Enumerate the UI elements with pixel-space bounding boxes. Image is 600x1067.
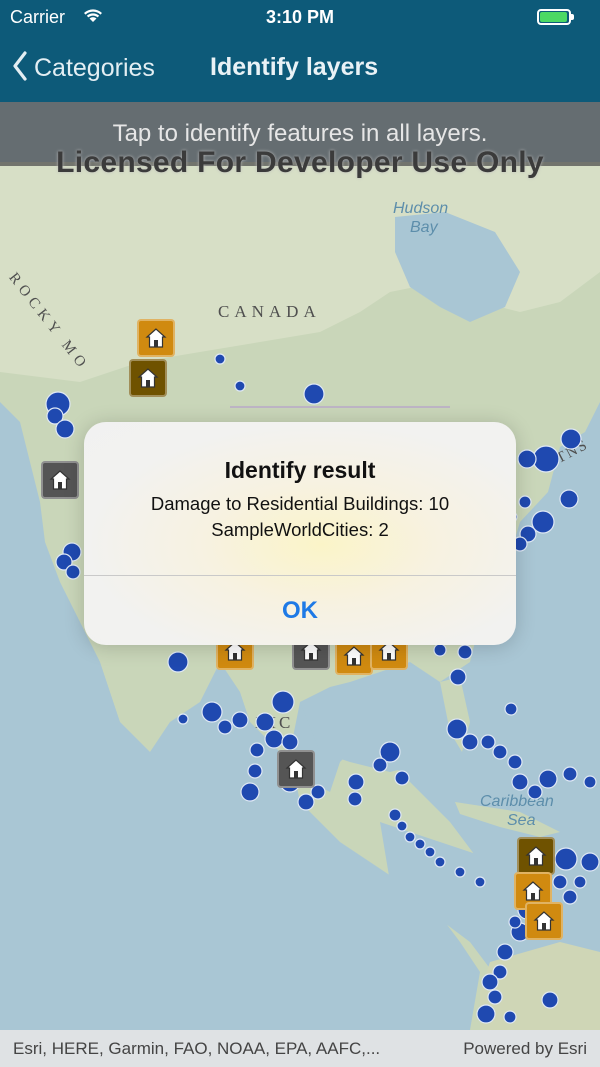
city-point[interactable]	[303, 383, 325, 405]
city-point[interactable]	[507, 754, 523, 770]
damage-house-icon[interactable]	[525, 902, 563, 940]
city-point[interactable]	[481, 973, 499, 991]
city-point[interactable]	[480, 734, 496, 750]
city-point[interactable]	[240, 782, 260, 802]
city-point[interactable]	[457, 644, 473, 660]
city-point[interactable]	[541, 991, 559, 1009]
damage-house-icon[interactable]	[137, 319, 175, 357]
alert-message-line: Damage to Residential Buildings: 10	[150, 493, 450, 514]
city-point[interactable]	[347, 791, 363, 807]
city-point[interactable]	[424, 846, 436, 858]
damage-house-icon[interactable]	[41, 461, 79, 499]
city-point[interactable]	[511, 773, 529, 791]
city-point[interactable]	[264, 729, 284, 749]
battery-icon	[537, 9, 574, 25]
city-point[interactable]	[573, 875, 587, 889]
city-point[interactable]	[562, 766, 578, 782]
city-point[interactable]	[449, 668, 467, 686]
city-point[interactable]	[414, 838, 426, 850]
city-point[interactable]	[372, 757, 388, 773]
attribution-bar[interactable]: Esri, HERE, Garmin, FAO, NOAA, EPA, AAFC…	[0, 1030, 600, 1067]
city-point[interactable]	[580, 852, 600, 872]
city-point[interactable]	[527, 784, 543, 800]
damage-house-icon[interactable]	[129, 359, 167, 397]
city-point[interactable]	[461, 733, 479, 751]
city-point[interactable]	[487, 989, 503, 1005]
chevron-left-icon	[12, 50, 28, 86]
city-point[interactable]	[347, 773, 365, 791]
ok-button[interactable]: OK	[84, 576, 516, 645]
city-point[interactable]	[496, 943, 514, 961]
city-point[interactable]	[476, 1004, 496, 1024]
damage-house-icon[interactable]	[277, 750, 315, 788]
city-point[interactable]	[388, 808, 402, 822]
city-point[interactable]	[167, 651, 189, 673]
city-point[interactable]	[214, 353, 226, 365]
status-bar: Carrier 3:10 PM	[0, 0, 600, 34]
city-point[interactable]	[281, 733, 299, 751]
city-point[interactable]	[234, 380, 246, 392]
page-title: Identify layers	[210, 53, 379, 81]
city-point[interactable]	[517, 449, 537, 469]
instruction-text: Tap to identify features in all layers.	[112, 120, 488, 147]
city-point[interactable]	[554, 847, 578, 871]
alert-title: Identify result	[224, 457, 376, 483]
city-point[interactable]	[532, 445, 560, 473]
city-point[interactable]	[559, 489, 579, 509]
city-point[interactable]	[55, 419, 75, 439]
attribution-text[interactable]: Esri, HERE, Garmin, FAO, NOAA, EPA, AAFC…	[13, 1039, 380, 1059]
city-point[interactable]	[247, 763, 263, 779]
city-point[interactable]	[231, 711, 249, 729]
city-point[interactable]	[552, 874, 568, 890]
alert-message-line: SampleWorldCities: 2	[211, 519, 389, 540]
city-point[interactable]	[492, 744, 508, 760]
navigation-bar: Categories Identify layers	[0, 34, 600, 102]
city-point[interactable]	[255, 712, 275, 732]
city-point[interactable]	[404, 831, 416, 843]
city-point[interactable]	[201, 701, 223, 723]
back-button-label: Categories	[34, 53, 155, 82]
city-point[interactable]	[433, 643, 447, 657]
city-point[interactable]	[65, 564, 81, 580]
city-point[interactable]	[249, 742, 265, 758]
powered-by-text: Powered by Esri	[463, 1039, 587, 1058]
city-point[interactable]	[177, 713, 189, 725]
city-point[interactable]	[271, 690, 295, 714]
city-point[interactable]	[217, 719, 233, 735]
city-point[interactable]	[297, 793, 315, 811]
city-point[interactable]	[394, 770, 410, 786]
back-button[interactable]: Categories	[12, 50, 155, 86]
city-point[interactable]	[538, 769, 558, 789]
city-point[interactable]	[474, 876, 486, 888]
city-point[interactable]	[518, 495, 532, 509]
license-watermark: Licensed For Developer Use Only	[56, 146, 544, 179]
city-point[interactable]	[504, 702, 518, 716]
city-point[interactable]	[560, 428, 582, 450]
damage-house-icon[interactable]	[517, 837, 555, 875]
city-point[interactable]	[503, 1010, 517, 1024]
city-point[interactable]	[434, 856, 446, 868]
city-point[interactable]	[562, 889, 578, 905]
city-point[interactable]	[396, 820, 408, 832]
clock: 3:10 PM	[265, 7, 335, 27]
identify-result-alert: Identify result Damage to Residential Bu…	[84, 422, 516, 645]
city-point[interactable]	[583, 775, 597, 789]
city-point[interactable]	[508, 915, 522, 929]
city-point[interactable]	[454, 866, 466, 878]
